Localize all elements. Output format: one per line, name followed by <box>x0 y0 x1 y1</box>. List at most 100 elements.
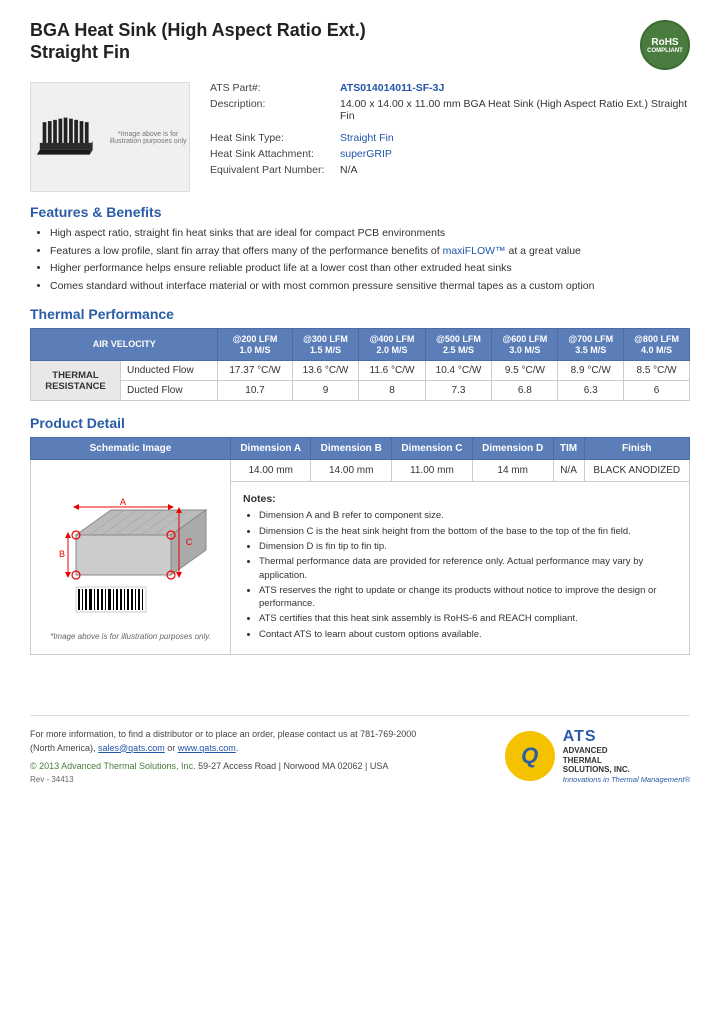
thermal-title: Thermal Performance <box>30 306 690 322</box>
note-3: Dimension D is fin tip to fin tip. <box>259 540 677 553</box>
schematic-svg: A B C <box>41 465 221 625</box>
unducted-800: 8.5 °C/W <box>624 361 690 381</box>
product-info-section: *Image above is for illustration purpose… <box>30 82 690 192</box>
maxiflow-link: maxiFLOW™ <box>443 245 506 257</box>
thermal-table: AIR VELOCITY @200 LFM 1.0 M/S @300 LFM 1… <box>30 328 690 402</box>
unducted-400: 11.6 °C/W <box>359 361 425 381</box>
ats-logo: Q ATS ADVANCED THERMAL SOLUTIONS, INC. I… <box>505 728 690 784</box>
ducted-label: Ducted Flow <box>121 381 218 401</box>
finish-value: BLACK ANODIZED <box>584 460 689 482</box>
spec-description: Description: 14.00 x 14.00 x 11.00 mm BG… <box>210 98 690 122</box>
ats-full-name-line2: THERMAL <box>563 756 690 766</box>
col-500lfm: @500 LFM 2.5 M/S <box>425 328 492 361</box>
dim-b-value: 14.00 mm <box>311 460 392 482</box>
features-section: Features & Benefits High aspect ratio, s… <box>30 204 690 294</box>
note-2: Dimension C is the heat sink height from… <box>259 525 677 538</box>
feature-item-4: Comes standard without interface materia… <box>50 279 690 294</box>
header-schematic: Schematic Image <box>31 438 231 460</box>
col-700lfm: @700 LFM 3.5 M/S <box>558 328 624 361</box>
header-dim-b: Dimension B <box>311 438 392 460</box>
heatsink-illustration <box>31 92 107 182</box>
ducted-300: 9 <box>292 381 359 401</box>
air-velocity-header: AIR VELOCITY <box>31 328 218 361</box>
ducted-800: 6 <box>624 381 690 401</box>
col-300lfm: @300 LFM 1.5 M/S <box>292 328 359 361</box>
note-4: Thermal performance data are provided fo… <box>259 555 677 582</box>
features-title: Features & Benefits <box>30 204 690 220</box>
ducted-700: 6.3 <box>558 381 624 401</box>
notes-cell: Notes: Dimension A and B refer to compon… <box>231 482 690 655</box>
notes-title: Notes: <box>243 493 677 505</box>
dimension-values-row: A B C <box>31 460 690 482</box>
tim-value: N/A <box>553 460 584 482</box>
note-7: Contact ATS to learn about custom option… <box>259 628 677 641</box>
ducted-400: 8 <box>359 381 425 401</box>
ats-tagline: Innovations in Thermal Management® <box>563 775 690 784</box>
note-5: ATS reserves the right to update or chan… <box>259 584 677 611</box>
svg-text:B: B <box>58 549 64 559</box>
dim-d-value: 14 mm <box>472 460 553 482</box>
footer-website[interactable]: www.qats.com <box>178 743 236 753</box>
product-detail-section: Product Detail Schematic Image Dimension… <box>30 415 690 655</box>
col-400lfm: @400 LFM 2.0 M/S <box>359 328 425 361</box>
features-list: High aspect ratio, straight fin heat sin… <box>50 226 690 294</box>
ducted-500: 7.3 <box>425 381 492 401</box>
spec-part-number: ATS Part#: ATS014014011-SF-3J <box>210 82 690 94</box>
svg-text:A: A <box>119 497 125 507</box>
feature-item-3: Higher performance helps ensure reliable… <box>50 261 690 276</box>
thermal-resistance-label: THERMAL RESISTANCE <box>31 361 121 401</box>
rohs-badge: RoHS COMPLIANT <box>640 20 690 70</box>
ats-full-name-line3: SOLUTIONS, INC. <box>563 765 690 775</box>
product-title-line1: BGA Heat Sink (High Aspect Ratio Ext.) <box>30 20 366 42</box>
feature-item-1: High aspect ratio, straight fin heat sin… <box>50 226 690 241</box>
rohs-compliant: COMPLIANT <box>647 48 683 54</box>
thermal-row-unducted: THERMAL RESISTANCE Unducted Flow 17.37 °… <box>31 361 690 381</box>
spec-type: Heat Sink Type: Straight Fin <box>210 132 690 144</box>
unducted-label: Unducted Flow <box>121 361 218 381</box>
note-1: Dimension A and B refer to component siz… <box>259 509 677 522</box>
thermal-section: Thermal Performance AIR VELOCITY @200 LF… <box>30 306 690 402</box>
col-600lfm: @600 LFM 3.0 M/S <box>492 328 558 361</box>
footer-section: For more information, to find a distribu… <box>30 715 690 784</box>
footer-contact: For more information, to find a distribu… <box>30 728 430 755</box>
header-dim-a: Dimension A <box>231 438 311 460</box>
product-detail-title: Product Detail <box>30 415 690 431</box>
header-dim-c: Dimension C <box>392 438 473 460</box>
unducted-300: 13.6 °C/W <box>292 361 359 381</box>
footer-email[interactable]: sales@qats.com <box>98 743 165 753</box>
header-finish: Finish <box>584 438 689 460</box>
spec-attachment: Heat Sink Attachment: superGRIP <box>210 148 690 160</box>
thermal-row-ducted: Ducted Flow 10.7 9 8 7.3 6.8 6.3 6 <box>31 381 690 401</box>
product-title: BGA Heat Sink (High Aspect Ratio Ext.) S… <box>30 20 366 63</box>
product-specs: ATS Part#: ATS014014011-SF-3J Descriptio… <box>210 82 690 192</box>
spec-equivalent: Equivalent Part Number: N/A <box>210 164 690 176</box>
dim-c-value: 11.00 mm <box>392 460 473 482</box>
notes-section: Notes: Dimension A and B refer to compon… <box>235 487 685 649</box>
notes-list: Dimension A and B refer to component siz… <box>259 509 677 641</box>
ducted-600: 6.8 <box>492 381 558 401</box>
svg-text:C: C <box>185 537 192 547</box>
page-header: BGA Heat Sink (High Aspect Ratio Ext.) S… <box>30 20 690 70</box>
ducted-200: 10.7 <box>218 381 292 401</box>
note-6: ATS certifies that this heat sink assemb… <box>259 612 677 625</box>
ats-logo-text: ATS ADVANCED THERMAL SOLUTIONS, INC. Inn… <box>563 728 690 784</box>
col-200lfm: @200 LFM 1.0 M/S <box>218 328 292 361</box>
header-dim-d: Dimension D <box>472 438 553 460</box>
ats-full-name-line1: ADVANCED <box>563 746 690 756</box>
footer-left: For more information, to find a distribu… <box>30 728 430 784</box>
unducted-600: 9.5 °C/W <box>492 361 558 381</box>
feature-item-2: Features a low profile, slant fin array … <box>50 244 690 259</box>
product-image: *Image above is for illustration purpose… <box>30 82 190 192</box>
rohs-text: RoHS <box>651 37 678 48</box>
unducted-700: 8.9 °C/W <box>558 361 624 381</box>
schematic-image-cell: A B C <box>31 460 231 655</box>
header-tim: TIM <box>553 438 584 460</box>
dim-a-value: 14.00 mm <box>231 460 311 482</box>
ats-name: ATS <box>563 728 690 746</box>
revision-note: Rev - 34413 <box>30 775 430 784</box>
image-note: *Image above is for illustration purpose… <box>107 131 189 145</box>
unducted-500: 10.4 °C/W <box>425 361 492 381</box>
detail-table: Schematic Image Dimension A Dimension B … <box>30 437 690 655</box>
footer-copyright: © 2013 Advanced Thermal Solutions, Inc. … <box>30 761 430 771</box>
col-800lfm: @800 LFM 4.0 M/S <box>624 328 690 361</box>
